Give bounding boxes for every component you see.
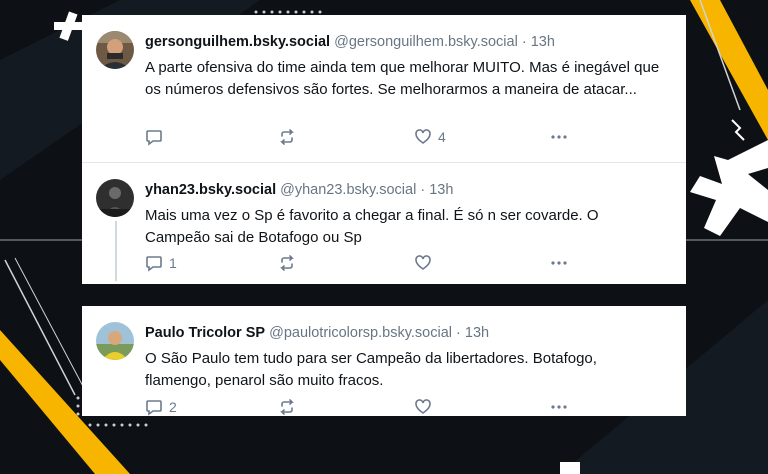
repost-icon [280, 255, 294, 271]
post-card[interactable]: yhan23.bsky.social @yhan23.bsky.social ·… [82, 162, 686, 284]
display-name[interactable]: yhan23.bsky.social [145, 182, 276, 198]
post-actions: 4 [145, 128, 575, 148]
handle[interactable]: @paulotricolorsp.bsky.social [269, 325, 452, 341]
reply-button[interactable]: 2 [145, 398, 177, 416]
post-card[interactable]: gersonguilhem.bsky.social @gersonguilhem… [82, 15, 686, 162]
post-text: Mais uma vez o Sp é favorito a chegar a … [145, 207, 599, 246]
more-button[interactable] [550, 398, 568, 416]
post-actions: 1 [145, 254, 575, 274]
display-name[interactable]: Paulo Tricolor SP [145, 325, 265, 341]
repost-icon [280, 399, 294, 415]
post-header: gersonguilhem.bsky.social @gersonguilhem… [145, 34, 555, 50]
heart-icon [415, 255, 431, 270]
repost-button[interactable] [278, 128, 296, 146]
reply-icon [146, 256, 162, 272]
reply-count: 1 [169, 255, 177, 271]
post-text: A parte ofensiva do time ainda tem que m… [145, 59, 660, 98]
more-icon [551, 135, 567, 139]
post-card[interactable]: Paulo Tricolor SP @paulotricolorsp.bsky.… [82, 306, 686, 416]
separator: · [521, 34, 527, 50]
more-button[interactable] [550, 254, 568, 272]
like-button[interactable]: 4 [414, 128, 446, 146]
like-button[interactable] [414, 254, 438, 272]
avatar[interactable] [96, 322, 134, 360]
avatar[interactable] [96, 31, 134, 69]
more-icon [551, 261, 567, 265]
separator: · [456, 325, 461, 341]
reply-icon [146, 130, 162, 146]
reply-count: 2 [169, 399, 177, 415]
reply-button[interactable] [145, 128, 169, 146]
repost-icon [280, 129, 294, 145]
reply-button[interactable]: 1 [145, 254, 177, 272]
post-header: yhan23.bsky.social @yhan23.bsky.social ·… [145, 182, 453, 198]
reply-icon [146, 400, 162, 416]
avatar[interactable] [96, 179, 134, 217]
timestamp[interactable]: 13h [429, 182, 453, 198]
display-name[interactable]: gersonguilhem.bsky.social [145, 34, 330, 50]
handle[interactable]: @gersonguilhem.bsky.social [334, 34, 518, 50]
handle[interactable]: @yhan23.bsky.social [280, 182, 416, 198]
like-button[interactable] [414, 398, 438, 416]
timestamp[interactable]: 13h [465, 325, 489, 341]
heart-icon [415, 129, 431, 144]
separator: · [420, 182, 426, 198]
more-button[interactable] [550, 128, 568, 146]
timestamp[interactable]: 13h [531, 34, 555, 50]
post-text: O São Paulo tem tudo para ser Campeão da… [145, 350, 597, 389]
repost-button[interactable] [278, 254, 296, 272]
more-icon [551, 405, 567, 409]
post-actions: 2 [145, 398, 575, 418]
thread-line [115, 221, 117, 281]
repost-button[interactable] [278, 398, 296, 416]
like-count: 4 [438, 129, 446, 145]
post-header: Paulo Tricolor SP @paulotricolorsp.bsky.… [145, 325, 489, 341]
heart-icon [415, 399, 431, 414]
